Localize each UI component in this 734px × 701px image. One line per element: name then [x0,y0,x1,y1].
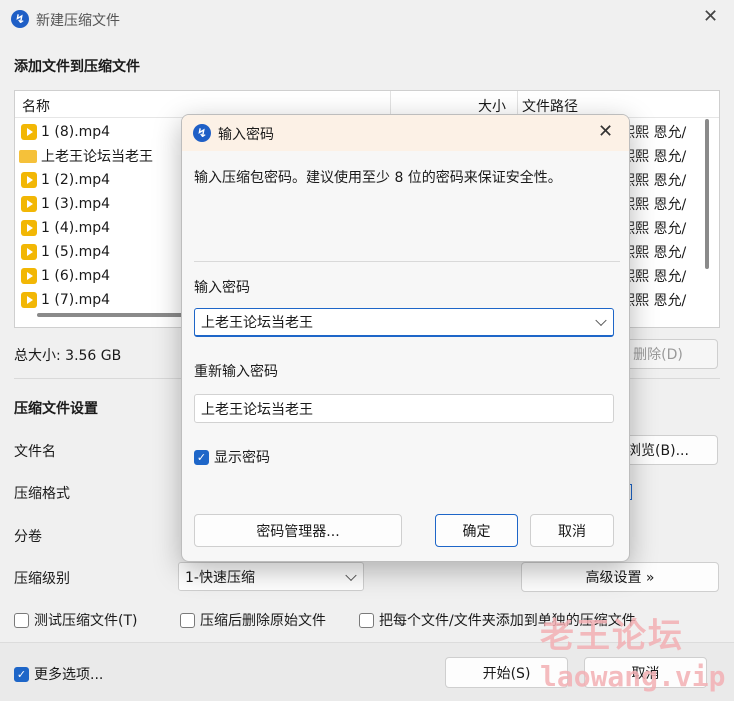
total-size: 总大小: 3.56 GB [14,348,122,364]
label-split: 分卷 [14,529,42,545]
file-name: 1 (6).mp4 [41,268,111,284]
more-options-checkbox[interactable]: ✓ [14,666,29,682]
file-path: 熙熙 恩允/ [621,125,687,141]
file-name: 1 (2).mp4 [41,172,111,188]
file-path: 熙熙 恩允/ [621,245,687,261]
show-password-option[interactable]: ✓ 显示密码 [194,447,270,467]
delete-after-label: 压缩后删除原始文件 [200,613,326,629]
label-repassword: 重新输入密码 [194,364,278,380]
more-options-label: 更多选项... [34,667,104,683]
window-title: 新建压缩文件 [36,13,120,29]
file-name: 上老王论坛当老王 [41,149,153,165]
file-path: 熙熙 恩允/ [621,197,687,213]
password-manager-button[interactable]: 密码管理器... [194,514,402,547]
test-archive-checkbox[interactable] [14,612,29,628]
label-format: 压缩格式 [14,486,70,502]
video-file-icon [21,292,37,308]
column-path[interactable]: 文件路径 [522,96,578,116]
label-password: 输入密码 [194,280,250,296]
watermark-text: 老王论坛 [540,616,684,656]
app-logo-icon: ↯ [193,124,211,142]
file-path: 熙熙 恩允/ [621,293,687,309]
file-path: 熙熙 恩允/ [621,149,687,165]
separate-archive-checkbox[interactable] [359,612,374,628]
close-icon[interactable]: ✕ [703,6,718,27]
file-name: 1 (5).mp4 [41,244,111,260]
level-select[interactable]: 1-快速压缩 [178,562,364,591]
column-size[interactable]: 大小 [478,96,506,116]
password-combo[interactable]: 上老王论坛当老王 [194,308,614,337]
divider [194,261,620,262]
file-name: 1 (3).mp4 [41,196,111,212]
file-path: 熙熙 恩允/ [621,173,687,189]
video-file-icon [21,268,37,284]
chevron-down-icon[interactable] [595,314,607,327]
label-filename: 文件名 [14,444,56,460]
folder-icon [19,149,37,163]
dialog-description: 输入压缩包密码。建议使用至少 8 位的密码来保证安全性。 [194,170,562,186]
repassword-field[interactable]: 上老王论坛当老王 [194,394,614,423]
section-add-title: 添加文件到压缩文件 [14,59,140,75]
app-logo-icon: ↯ [11,10,29,28]
label-level: 压缩级别 [14,571,70,587]
test-archive-option[interactable]: 测试压缩文件(T) [14,610,137,630]
dialog-cancel-button[interactable]: 取消 [530,514,614,547]
more-options-option[interactable]: ✓ 更多选项... [14,664,103,684]
repassword-value: 上老王论坛当老王 [201,401,313,418]
file-name: 1 (7).mp4 [41,292,111,308]
settings-title: 压缩文件设置 [14,401,98,417]
file-path: 熙熙 恩允/ [621,269,687,285]
video-file-icon [21,124,37,140]
level-value: 1-快速压缩 [185,569,255,586]
watermark-url: laowang.vip [540,660,726,693]
file-path: 熙熙 恩允/ [621,221,687,237]
password-dialog: ↯ 输入密码 ✕ 输入压缩包密码。建议使用至少 8 位的密码来保证安全性。 输入… [181,114,630,562]
delete-after-option[interactable]: 压缩后删除原始文件 [180,610,326,630]
show-password-label: 显示密码 [214,450,270,466]
video-file-icon [21,244,37,260]
dialog-title-bar: ↯ 输入密码 ✕ [182,115,629,151]
title-bar: ↯ 新建压缩文件 ✕ [0,0,734,38]
dialog-title: 输入密码 [218,127,274,143]
show-password-checkbox[interactable]: ✓ [194,449,209,465]
advanced-settings-button[interactable]: 高级设置 » [521,562,719,592]
close-icon[interactable]: ✕ [598,121,613,142]
password-value: 上老王论坛当老王 [201,315,313,331]
column-name[interactable]: 名称 [22,96,50,116]
video-file-icon [21,172,37,188]
file-name: 1 (4).mp4 [41,220,111,236]
delete-after-checkbox[interactable] [180,612,195,628]
ok-button[interactable]: 确定 [435,514,518,547]
file-name: 1 (8).mp4 [41,124,111,140]
chevron-down-icon [345,569,357,581]
video-file-icon [21,220,37,236]
video-file-icon [21,196,37,212]
test-archive-label: 测试压缩文件(T) [34,613,138,629]
vertical-scrollbar[interactable] [705,119,709,269]
